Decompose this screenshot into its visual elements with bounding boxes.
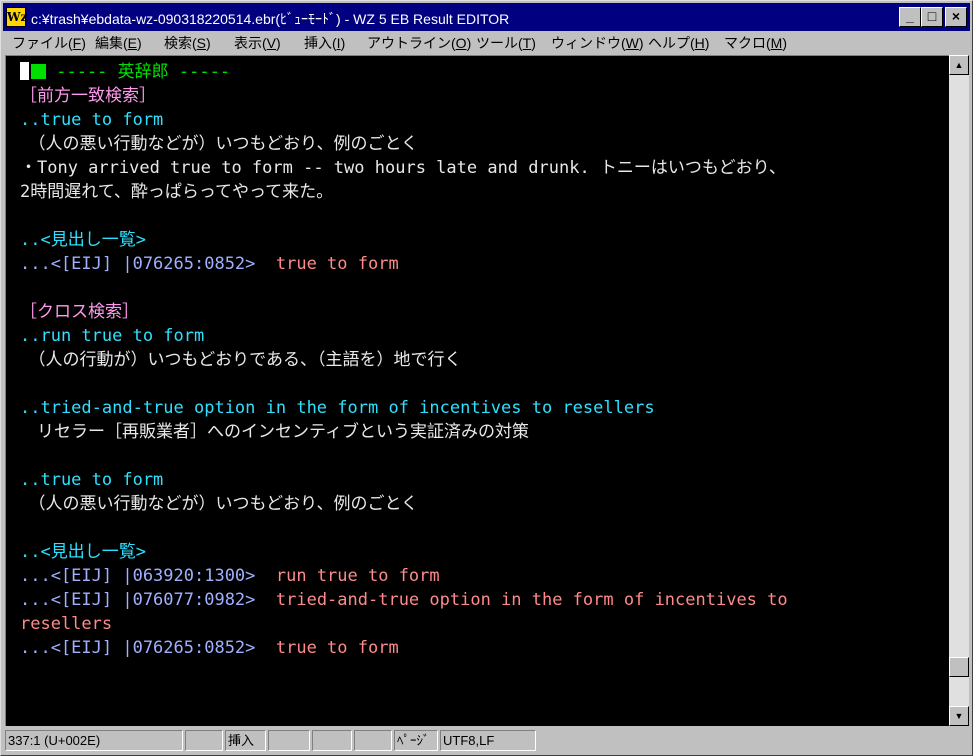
headword-list-row[interactable]: ...<[EIJ] |076265:0852> true to form xyxy=(20,636,399,660)
scroll-up-button[interactable]: ▲ xyxy=(949,55,969,75)
status-cell-empty xyxy=(354,730,392,751)
entry-definition: （人の行動が）いつもどおりである、（主語を）地で行く xyxy=(20,350,462,370)
menu-edit[interactable]: 編集(E) xyxy=(95,33,142,53)
menu-insert[interactable]: 挿入(I) xyxy=(304,33,345,53)
entry-headword: ..true to form xyxy=(20,470,164,490)
status-cell-empty xyxy=(268,730,310,751)
triangle-down-icon: ▼ xyxy=(954,711,964,721)
headword-list-title: ..<見出し一覧> xyxy=(20,230,146,250)
entry-example: ・Tony arrived true to form -- two hours … xyxy=(20,158,786,178)
status-cell-empty xyxy=(312,730,352,751)
section-title-cross-search: ［クロス検索］ xyxy=(20,302,139,322)
headword-list-row[interactable]: ...<[EIJ] |076077:0982> tried-and-true o… xyxy=(20,588,788,612)
title-bar[interactable]: Wz c:¥trash¥ebdata-wz-090318220514.ebr(ﾋ… xyxy=(3,3,970,31)
menu-window[interactable]: ウィンドウ(W) xyxy=(551,33,644,53)
app-window: Wz c:¥trash¥ebdata-wz-090318220514.ebr(ﾋ… xyxy=(0,0,973,756)
headword-list-row[interactable]: ...<[EIJ] |076265:0852> true to form xyxy=(20,252,399,276)
status-encoding[interactable]: UTF8,LF xyxy=(440,730,536,751)
maximize-button[interactable]: □ xyxy=(921,7,943,27)
menu-bar: ファイル(F) 編集(E) 検索(S) 表示(V) 挿入(I) アウトライン(O… xyxy=(3,31,970,53)
menu-search[interactable]: 検索(S) xyxy=(164,33,211,53)
status-cursor-position: 337:1 (U+002E) xyxy=(5,730,183,751)
editor-text-area[interactable]: ----- 英辞郎 ----- ［前方一致検索］ ..true to form … xyxy=(5,55,950,726)
menu-help[interactable]: ヘルプ(H) xyxy=(648,33,709,53)
status-cell-empty xyxy=(185,730,223,751)
entry-definition: リセラー［再販業者］へのインセンティブという実証済みの対策 xyxy=(20,422,529,442)
headword-list-row-wrap[interactable]: resellers xyxy=(20,612,112,636)
menu-tools[interactable]: ツール(T) xyxy=(476,33,536,53)
entry-headword: ..run true to form xyxy=(20,326,205,346)
window-title: c:¥trash¥ebdata-wz-090318220514.ebr(ﾋﾞｭｰ… xyxy=(31,11,510,27)
menu-view[interactable]: 表示(V) xyxy=(234,33,281,53)
app-icon[interactable]: Wz xyxy=(6,7,27,27)
status-page-mode[interactable]: ﾍﾟｰｼﾞ xyxy=(394,730,438,751)
entry-definition: （人の悪い行動などが）いつもどおり、例のごとく xyxy=(20,494,418,514)
menu-outline[interactable]: アウトライン(O) xyxy=(367,33,471,53)
menu-macro[interactable]: マクロ(M) xyxy=(724,33,787,53)
editor-line: ----- 英辞郎 ----- xyxy=(20,60,230,84)
entry-headword: ..true to form xyxy=(20,110,164,130)
triangle-up-icon: ▲ xyxy=(954,60,964,70)
green-square-marker xyxy=(31,64,46,79)
menu-file[interactable]: ファイル(F) xyxy=(12,33,86,53)
headword-list-title: ..<見出し一覧> xyxy=(20,542,146,562)
status-insert-mode[interactable]: 挿入 xyxy=(225,730,266,751)
scroll-down-button[interactable]: ▼ xyxy=(949,706,969,726)
scroll-thumb[interactable] xyxy=(949,657,969,677)
text-cursor xyxy=(20,62,29,80)
minimize-button[interactable]: _ xyxy=(899,7,921,27)
vertical-scrollbar[interactable]: ▲ ▼ xyxy=(949,55,969,726)
entry-headword: ..tried-and-true option in the form of i… xyxy=(20,398,655,418)
section-title-prefix-search: ［前方一致検索］ xyxy=(20,86,156,106)
close-button[interactable]: × xyxy=(945,7,967,27)
entry-example-continued: 2時間遅れて、酔っぱらってやって来た。 xyxy=(20,182,334,202)
entry-definition: （人の悪い行動などが）いつもどおり、例のごとく xyxy=(20,134,418,154)
headword-list-row[interactable]: ...<[EIJ] |063920:1300> run true to form xyxy=(20,564,440,588)
status-bar: 337:1 (U+002E) 挿入 ﾍﾟｰｼﾞ UTF8,LF xyxy=(3,729,970,753)
